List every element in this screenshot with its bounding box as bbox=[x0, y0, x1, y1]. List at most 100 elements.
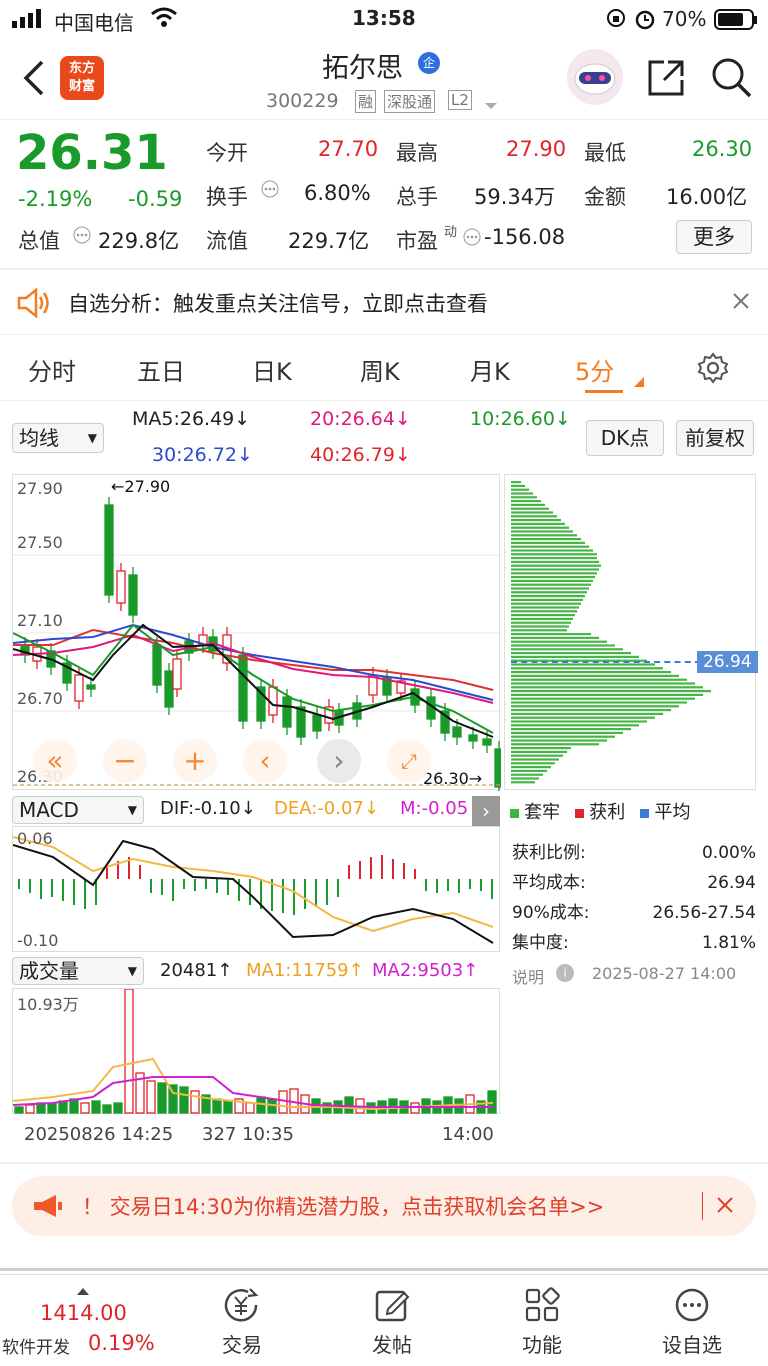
chip-bar bbox=[511, 682, 695, 685]
tab-weekly-k[interactable]: 周K bbox=[360, 352, 400, 387]
sector-name[interactable]: 软件开发 bbox=[2, 1333, 70, 1358]
volume-bar bbox=[14, 1106, 24, 1114]
low-value: 26.30 bbox=[692, 137, 753, 161]
volume-select[interactable]: 成交量 ▼ bbox=[12, 957, 144, 985]
nav-functions[interactable]: 功能 bbox=[500, 1285, 584, 1361]
close-icon[interactable] bbox=[716, 1196, 734, 1214]
chip-bar bbox=[511, 549, 593, 552]
chip-stat-row: 90%成本: 26.56-27.54 bbox=[512, 903, 756, 923]
candle-body bbox=[164, 670, 174, 708]
back-arrow-icon[interactable] bbox=[22, 60, 46, 96]
volume-bar bbox=[146, 1080, 156, 1114]
expand-icon[interactable]: ⤢ bbox=[387, 739, 431, 783]
y-label: 26.70 bbox=[17, 689, 63, 708]
kline-chart[interactable]: 27.90 27.50 27.10 26.70 26.30 ←27.90 26.… bbox=[12, 474, 504, 795]
caret-down-icon[interactable] bbox=[484, 96, 498, 109]
chip-bar bbox=[511, 777, 539, 780]
chip-bar bbox=[511, 709, 671, 712]
candle-body bbox=[468, 734, 478, 742]
close-icon[interactable] bbox=[732, 292, 750, 310]
volume-svg bbox=[12, 988, 497, 1114]
x-label: 20250826 14:25 bbox=[24, 1124, 174, 1145]
avg-cost-line bbox=[511, 661, 701, 663]
volume-bar bbox=[25, 1104, 35, 1114]
zoom-out-button[interactable]: − bbox=[103, 739, 147, 783]
chip-bar bbox=[511, 640, 607, 643]
promo-banner[interactable]: ！ 交易日14:30为你精选潜力股，点击获取机会名单>> bbox=[12, 1176, 756, 1236]
chip-bar bbox=[511, 602, 581, 605]
chip-bar bbox=[511, 579, 593, 582]
app-logo[interactable]: 东方 财富 bbox=[60, 56, 104, 100]
float-value: 229.7亿 bbox=[288, 229, 370, 253]
chip-date: 2025-08-27 14:00 bbox=[592, 964, 737, 983]
tab-daily-k[interactable]: 日K bbox=[252, 352, 292, 387]
bottom-nav: 1414.00 软件开发 0.19% 交易 发帖 功能 设自选 bbox=[0, 1274, 768, 1366]
lock-rotation-icon bbox=[606, 8, 626, 28]
ma40-value: 40:26.79↓ bbox=[310, 444, 411, 466]
volume-ma2: MA2:9503↑ bbox=[372, 960, 479, 981]
scroll-left-button[interactable]: ‹ bbox=[243, 739, 287, 783]
chip-note[interactable]: 说明 bbox=[512, 964, 544, 988]
zoom-in-button[interactable]: + bbox=[173, 739, 217, 783]
chip-bar bbox=[511, 773, 543, 776]
sector-change[interactable]: 0.19% bbox=[88, 1331, 155, 1355]
yen-circle-icon bbox=[224, 1288, 259, 1322]
info-dots-icon[interactable] bbox=[260, 179, 280, 199]
chip-bar bbox=[511, 492, 533, 495]
chip-bar bbox=[511, 629, 567, 632]
chip-distribution[interactable]: 26.94 bbox=[504, 474, 758, 790]
nav-post[interactable]: 发帖 bbox=[350, 1285, 434, 1361]
macd-select[interactable]: MACD ▼ bbox=[12, 796, 144, 824]
settings-gear-icon[interactable] bbox=[697, 352, 729, 384]
sector-index-value[interactable]: 1414.00 bbox=[40, 1301, 127, 1325]
volume-ma1: MA1:11759↑ bbox=[246, 960, 364, 981]
connect-tag: 深股通 bbox=[384, 90, 436, 113]
chip-bar bbox=[511, 587, 589, 590]
share-icon[interactable] bbox=[646, 58, 686, 98]
pe-superscript: 动 bbox=[444, 225, 458, 240]
robot-avatar-icon[interactable] bbox=[566, 48, 624, 106]
info-dots-icon[interactable] bbox=[72, 225, 92, 245]
signal-icon bbox=[12, 8, 46, 28]
tab-five-day[interactable]: 五日 bbox=[137, 352, 185, 387]
wifi-icon bbox=[150, 6, 178, 28]
nav-trade[interactable]: 交易 bbox=[200, 1285, 284, 1361]
edit-icon bbox=[375, 1290, 410, 1322]
chip-bar bbox=[511, 728, 631, 731]
candle-body bbox=[172, 658, 182, 690]
chip-bar bbox=[511, 690, 711, 693]
chip-bar bbox=[511, 522, 565, 525]
tab-5min[interactable]: 5分 bbox=[575, 352, 614, 387]
alert-bar[interactable]: 自选分析：触发重点关注信号，立即点击查看 bbox=[0, 270, 768, 334]
alert-text: 自选分析：触发重点关注信号，立即点击查看 bbox=[68, 292, 488, 316]
info-dots-icon[interactable] bbox=[462, 227, 482, 247]
adjust-button[interactable]: 前复权 bbox=[676, 420, 754, 456]
chip-bar bbox=[511, 625, 569, 628]
speaker-icon bbox=[16, 287, 52, 319]
nav-add-watchlist[interactable]: 设自选 bbox=[650, 1285, 734, 1361]
volume-bar bbox=[102, 1104, 112, 1114]
indicator-select[interactable]: 均线 ▼ bbox=[12, 423, 104, 453]
chip-bar bbox=[511, 481, 521, 484]
dif-value: DIF:-0.10↓ bbox=[160, 798, 256, 819]
scroll-right-button[interactable]: › bbox=[317, 739, 361, 783]
more-button[interactable]: 更多 bbox=[676, 220, 752, 254]
chip-stat-row: 获利比例: 0.00% bbox=[512, 843, 756, 863]
info-icon[interactable]: i bbox=[556, 964, 574, 982]
volume-bar bbox=[190, 1090, 200, 1114]
tab-intraday[interactable]: 分时 bbox=[28, 352, 76, 387]
scroll-left-fast-button[interactable]: « bbox=[33, 739, 77, 783]
chip-bar bbox=[511, 515, 557, 518]
chip-stat-row: 平均成本: 26.94 bbox=[512, 873, 756, 893]
tab-monthly-k[interactable]: 月K bbox=[470, 352, 510, 387]
candle-body bbox=[86, 684, 96, 690]
volume-bar bbox=[157, 1082, 167, 1114]
dk-point-button[interactable]: DK点 bbox=[586, 420, 664, 456]
volume-bar bbox=[344, 1096, 354, 1114]
search-icon[interactable] bbox=[710, 56, 752, 98]
expand-arrow-icon[interactable]: › bbox=[472, 796, 500, 826]
chip-bar bbox=[511, 724, 639, 727]
chip-bar bbox=[511, 697, 695, 700]
chip-bar bbox=[511, 781, 535, 784]
margin-tag: 融 bbox=[355, 90, 377, 113]
